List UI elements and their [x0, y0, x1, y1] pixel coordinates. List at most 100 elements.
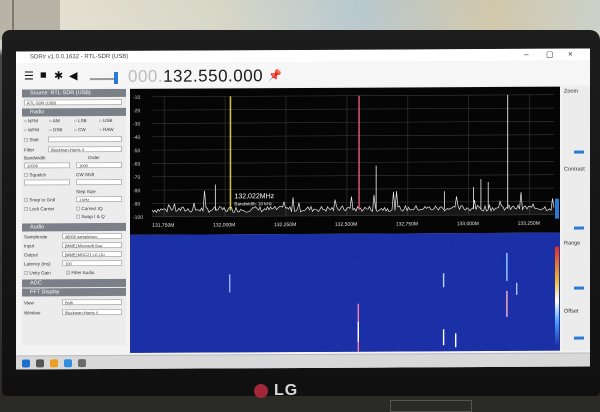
offset-slider[interactable]: [574, 336, 584, 340]
waterfall-noise: [466, 287, 468, 289]
pin-icon[interactable]: 📌: [268, 69, 282, 82]
spectrum-scrollbar[interactable]: [555, 198, 559, 219]
waterfall-noise: [354, 312, 356, 314]
waterfall-noise: [158, 283, 160, 285]
range-slider[interactable]: [574, 286, 584, 290]
cursor-frequency: 132,022MHz: [234, 193, 274, 200]
x-tick-label: 132,500M: [335, 222, 357, 228]
hamburger-icon[interactable]: ☰: [24, 69, 34, 82]
waterfall-signal: [506, 290, 508, 317]
volume-knob[interactable]: [114, 71, 118, 84]
window-select[interactable]: Blackman-Harris 4: [62, 308, 122, 316]
filter-select[interactable]: Blackman-Harris 4: [48, 145, 122, 153]
waterfall-noise: [132, 245, 134, 247]
minimize-button[interactable]: –: [524, 50, 528, 59]
waterfall-noise: [536, 311, 538, 313]
waterfall-noise: [499, 282, 501, 284]
waterfall-noise: [263, 267, 265, 269]
mode-raw-radio[interactable]: ○ RAW: [99, 127, 114, 132]
unity-gain-checkbox[interactable]: ☐ Unity Gain: [24, 270, 51, 276]
waterfall-background: [130, 232, 560, 353]
folder-icon[interactable]: [50, 359, 58, 368]
source-header[interactable]: Source: RTL-SDR (USB): [22, 88, 126, 98]
view-select[interactable]: Both: [62, 298, 122, 306]
step-select[interactable]: 1 kHz: [76, 195, 122, 203]
output-label: Output: [24, 252, 38, 258]
mode-am-radio[interactable]: ○ AM: [49, 118, 60, 123]
waterfall-display[interactable]: [130, 232, 560, 353]
lock-carrier-checkbox[interactable]: ☐ Lock Carrier: [24, 206, 54, 212]
mode-wfm-radio[interactable]: ○ WFM: [24, 127, 39, 132]
close-button[interactable]: ×: [568, 50, 573, 59]
squelch-field[interactable]: [24, 179, 70, 186]
samplerate-select[interactable]: 48000 sample/sec: [62, 232, 122, 240]
output-select[interactable]: [MME] MOC21 LG (Ju: [62, 250, 122, 258]
waterfall-noise: [439, 313, 441, 315]
input-select[interactable]: [MME] Microsoft Sou: [62, 241, 122, 249]
waterfall-noise: [526, 274, 528, 276]
gear-icon[interactable]: ✱: [54, 69, 63, 82]
browser-icon[interactable]: [64, 359, 72, 368]
waterfall-signal: [442, 273, 445, 288]
waterfall-noise: [450, 325, 452, 327]
radio-header[interactable]: Radio: [22, 107, 126, 117]
zoom-slider[interactable]: [574, 150, 584, 154]
spectrum-analyzer[interactable]: -10 -20 -30 -40 -50 -60 -70 -80 -90 -100 131,750M 1…: [130, 86, 560, 235]
waterfall-signal: [357, 321, 360, 342]
waterfall-noise: [520, 306, 522, 308]
latency-field[interactable]: 100: [62, 259, 122, 267]
waterfall-noise: [208, 293, 210, 295]
waterfall-noise: [197, 250, 199, 252]
snap-checkbox[interactable]: ☐ Snap to Grid: [24, 197, 55, 203]
agc-header[interactable]: AGC: [22, 278, 126, 288]
correct-iq-checkbox[interactable]: ☐ Correct IQ: [76, 206, 103, 212]
y-tick-label: -70: [133, 175, 140, 181]
shift-checkbox[interactable]: ☐ Shift: [24, 137, 39, 143]
bandwidth-field[interactable]: 10000: [24, 162, 70, 169]
cw-shift-field[interactable]: [76, 178, 122, 186]
y-tick-label: -10: [133, 95, 140, 101]
mode-lsb-radio[interactable]: ○ LSB: [74, 118, 87, 123]
fft-header[interactable]: FFT Display: [22, 287, 126, 297]
squelch-checkbox[interactable]: ☐ Squelch: [24, 172, 46, 178]
cursor-bandwidth: Bandwidth: 10 kHz: [234, 201, 272, 206]
mode-cw-radio[interactable]: ○ CW: [74, 127, 86, 132]
waterfall-noise: [219, 265, 221, 267]
shift-field[interactable]: [48, 135, 122, 143]
start-icon[interactable]: [22, 359, 30, 368]
waterfall-noise: [236, 285, 238, 287]
waterfall-noise: [131, 258, 133, 260]
mode-dsb-radio[interactable]: ○ DSB: [49, 127, 63, 132]
order-field[interactable]: 1000: [76, 161, 122, 169]
task-icon[interactable]: [36, 359, 44, 368]
waterfall-noise: [178, 320, 180, 322]
source-select[interactable]: RTL-SDR (USB): [24, 98, 122, 106]
x-tick-label: 132,750M: [396, 221, 418, 227]
waterfall-noise: [334, 266, 336, 268]
app-icon[interactable]: [78, 359, 86, 368]
speaker-icon[interactable]: ◀: [69, 69, 77, 82]
waterfall-noise: [382, 236, 384, 238]
waterfall-noise: [254, 308, 256, 310]
waterfall-signal: [506, 252, 508, 281]
swap-iq-checkbox[interactable]: ☐ Swap I & Q: [76, 214, 105, 220]
filter-audio-checkbox[interactable]: ☑ Filter Audio: [66, 270, 94, 276]
waterfall-noise: [385, 249, 387, 251]
waterfall-noise: [369, 267, 371, 269]
waterfall-noise: [299, 310, 301, 312]
play-icon[interactable]: ■: [40, 69, 47, 81]
audio-header[interactable]: Audio: [22, 222, 126, 232]
mode-usb-radio[interactable]: ○ USB: [99, 118, 113, 123]
mode-nfm-radio[interactable]: ○ NFM: [24, 118, 38, 123]
maximize-button[interactable]: ▢: [546, 50, 554, 59]
grid-line: [152, 161, 554, 164]
zoom-label: Zoom: [564, 88, 579, 95]
waterfall-noise: [355, 245, 357, 247]
correct-iq-label: Correct IQ: [81, 206, 103, 212]
waterfall-noise: [521, 236, 523, 238]
waterfall-signal: [455, 333, 457, 348]
frequency-display[interactable]: 000.132.550.000: [128, 66, 263, 87]
y-tick-label: -80: [133, 188, 140, 194]
waterfall-noise: [434, 265, 436, 267]
contrast-slider[interactable]: [574, 226, 584, 230]
